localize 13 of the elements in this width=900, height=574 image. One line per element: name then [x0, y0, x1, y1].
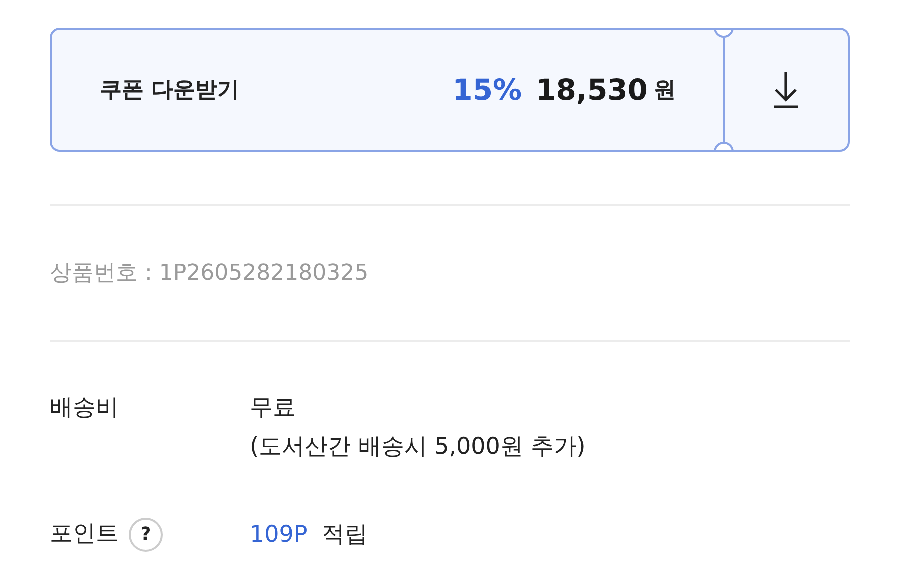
shipping-fee: 무료 — [250, 394, 297, 423]
download-icon — [772, 70, 800, 110]
coupon-label: 쿠폰 다운받기 — [100, 77, 240, 105]
help-icon[interactable]: ? — [129, 518, 163, 552]
shipping-label: 배송비 — [50, 394, 120, 423]
shipping-note: (도서산간 배송시 5,000원 추가) — [250, 433, 586, 462]
product-number: 상품번호 : 1P2605282180325 — [50, 260, 369, 288]
coupon-price: 18,530 — [536, 73, 648, 107]
points-amount: 109P — [250, 522, 308, 548]
points-suffix: 적립 — [322, 521, 368, 550]
points-label: 포인트 — [50, 520, 119, 549]
currency-unit: 원 — [654, 77, 676, 105]
discount-rate: 15% — [452, 73, 522, 107]
